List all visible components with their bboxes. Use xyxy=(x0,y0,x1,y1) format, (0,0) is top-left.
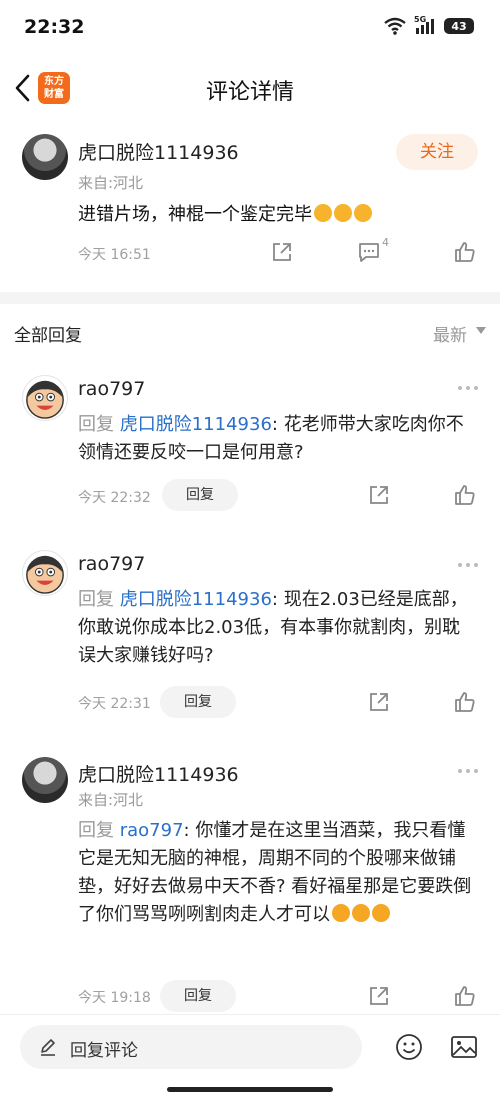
reply-target-link[interactable]: 虎口脱险1114936 xyxy=(120,414,272,435)
battery-icon: 43 xyxy=(444,18,474,34)
reply-comment-input[interactable]: 回复评论 xyxy=(20,1025,362,1069)
reply-prefix: 回复 xyxy=(78,414,114,435)
emoji-flushed xyxy=(334,204,352,222)
emoji-grin xyxy=(332,904,350,922)
emoji-flushed xyxy=(354,204,372,222)
status-bar: 22:32 5G 43 xyxy=(0,0,500,58)
reply-button[interactable]: 回复 xyxy=(160,686,236,718)
more-options-icon[interactable] xyxy=(456,767,480,775)
emoji-grin xyxy=(352,904,370,922)
post-author-avatar[interactable] xyxy=(22,134,68,180)
share-icon[interactable] xyxy=(270,240,294,264)
wifi-icon xyxy=(384,17,406,35)
reply-button[interactable]: 回复 xyxy=(162,479,238,511)
reply-time: 今天 22:31 xyxy=(78,696,151,712)
pencil-icon xyxy=(41,1039,55,1056)
status-time: 22:32 xyxy=(24,16,85,38)
like-icon[interactable] xyxy=(453,690,477,714)
reply-avatar[interactable] xyxy=(22,375,68,421)
like-icon[interactable] xyxy=(453,984,477,1008)
reply-text: 回复 rao797: 你懂才是在这里当酒菜，我只看懂它是无知无脑的神棍，周期不同… xyxy=(78,817,478,929)
home-indicator xyxy=(167,1087,333,1092)
reply-target-link[interactable]: rao797 xyxy=(120,820,184,841)
post-text-body: 进错片场，神棍一个鉴定完毕 xyxy=(78,204,312,225)
reply-username[interactable]: rao797 xyxy=(78,378,145,400)
battery-level: 43 xyxy=(451,19,467,33)
share-icon[interactable] xyxy=(367,483,391,507)
caret-down-icon[interactable] xyxy=(476,327,486,334)
sort-dropdown[interactable]: 最新 xyxy=(433,321,467,346)
like-icon[interactable] xyxy=(453,483,477,507)
status-icons: 5G 43 xyxy=(384,15,474,35)
all-replies-title: 全部回复 xyxy=(14,326,82,346)
reply-text: 回复 虎口脱险1114936: 现在2.03已经是底部，你敢说你成本比2.03低… xyxy=(78,586,478,670)
share-icon[interactable] xyxy=(367,984,391,1008)
reply-target-link[interactable]: 虎口脱险1114936 xyxy=(120,589,272,610)
post-author-location: 来自:河北 xyxy=(78,174,144,192)
reply-username[interactable]: 虎口脱险1114936 xyxy=(78,760,239,787)
reply-prefix: 回复 xyxy=(78,589,114,610)
reply-prefix: 回复 xyxy=(78,820,114,841)
bottom-bar: 回复评论 xyxy=(0,1014,500,1100)
share-icon[interactable] xyxy=(367,690,391,714)
more-options-icon[interactable] xyxy=(456,384,480,392)
reply-input-placeholder: 回复评论 xyxy=(70,1041,138,1061)
reply-time: 今天 19:18 xyxy=(78,990,151,1006)
post-author-name[interactable]: 虎口脱险1114936 xyxy=(78,138,239,165)
page-title: 评论详情 xyxy=(205,80,294,105)
nav-bar: 东方 财富 评论详情 xyxy=(0,60,500,116)
cellular-icon: 5G xyxy=(414,15,436,35)
post-text: 进错片场，神棍一个鉴定完毕 xyxy=(78,200,372,226)
emoji-grin xyxy=(372,904,390,922)
like-icon[interactable] xyxy=(453,240,477,264)
network-type: 5G xyxy=(414,15,427,24)
post-time: 今天 16:51 xyxy=(78,247,151,263)
emoji-flushed xyxy=(314,204,332,222)
reply-avatar[interactable] xyxy=(22,550,68,596)
reply-button[interactable]: 回复 xyxy=(160,980,236,1012)
reply-text: 回复 虎口脱险1114936: 花老师带大家吃肉你不领情还要反咬一口是何用意? xyxy=(78,411,478,467)
reply-avatar[interactable] xyxy=(22,757,68,803)
follow-button[interactable]: 关注 xyxy=(396,134,478,170)
emoji-icon[interactable] xyxy=(394,1032,424,1062)
reply-author-location: 来自:河北 xyxy=(78,791,144,809)
comment-icon[interactable] xyxy=(357,240,381,264)
reply-time: 今天 22:32 xyxy=(78,490,151,506)
image-icon[interactable] xyxy=(449,1032,479,1062)
more-options-icon[interactable] xyxy=(456,561,480,569)
section-divider xyxy=(0,292,500,304)
reply-username[interactable]: rao797 xyxy=(78,553,145,575)
comment-count: 4 xyxy=(382,236,389,249)
